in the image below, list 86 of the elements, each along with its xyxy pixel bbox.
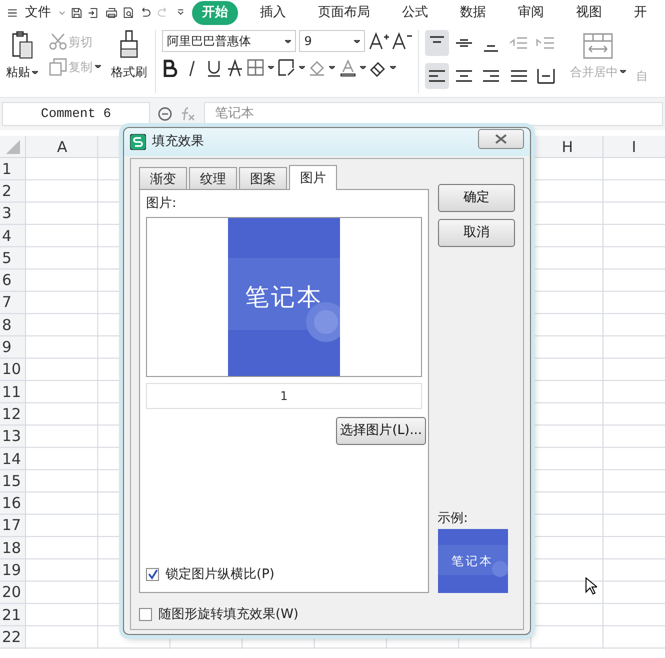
- row-header[interactable]: 19: [0, 559, 26, 582]
- row-header[interactable]: 18: [0, 537, 26, 560]
- row-header[interactable]: 6: [0, 269, 26, 292]
- picture-text: 笔记本: [245, 282, 323, 312]
- cursor-icon: [585, 577, 597, 595]
- caret-icon: [390, 66, 396, 69]
- zoom-icon[interactable]: [158, 107, 172, 121]
- font-color-icon[interactable]: [338, 58, 356, 76]
- paint-bucket-icon[interactable]: [308, 58, 326, 76]
- sample-label: 示例:: [438, 510, 469, 528]
- caret-icon: [94, 65, 100, 68]
- name-box[interactable]: Comment 6: [2, 102, 150, 126]
- ok-button[interactable]: 确定: [438, 184, 515, 212]
- dialog-title: 填充效果: [152, 133, 204, 152]
- borders-icon[interactable]: [247, 58, 265, 76]
- ribbon-tab[interactable]: 数据: [450, 1, 496, 25]
- ribbon-tab[interactable]: 开: [624, 1, 657, 25]
- caret-icon: [329, 66, 336, 69]
- caret-icon: [620, 70, 626, 73]
- ribbon-tab[interactable]: 视图: [566, 1, 612, 25]
- row-header[interactable]: 10: [0, 358, 26, 381]
- dialog-tab[interactable]: 图片: [289, 165, 337, 190]
- dialog-tab[interactable]: 纹理: [189, 167, 237, 189]
- align-top-icon[interactable]: [424, 30, 449, 56]
- row-header[interactable]: 21: [0, 604, 26, 626]
- lock-ratio-label: 锁定图片纵横比(P): [166, 566, 274, 584]
- close-icon: [495, 134, 507, 144]
- caret-icon: [360, 66, 366, 69]
- ribbon-tab[interactable]: 插入: [250, 1, 296, 25]
- increase-font-icon[interactable]: [368, 32, 388, 50]
- row-header[interactable]: 7: [0, 292, 26, 314]
- row-header[interactable]: 13: [0, 426, 26, 448]
- copy-icon: [48, 58, 66, 76]
- dialog-tab[interactable]: 渐变: [139, 167, 187, 189]
- select-picture-button[interactable]: 选择图片(L)...: [336, 416, 426, 444]
- ribbon-tab[interactable]: 审阅: [508, 1, 554, 25]
- caret-icon: [32, 70, 38, 74]
- format-painter-button[interactable]: 格式刷: [109, 63, 149, 82]
- row-header[interactable]: 11: [0, 380, 26, 404]
- row-header[interactable]: 3: [0, 202, 26, 225]
- caret-icon: [285, 40, 291, 44]
- row-header[interactable]: 9: [0, 336, 26, 359]
- align-left-icon[interactable]: [424, 63, 449, 90]
- column-header[interactable]: A: [26, 136, 98, 158]
- dialog-tab[interactable]: 图案: [239, 167, 287, 189]
- page-number: 1: [146, 382, 422, 408]
- menu-icon[interactable]: [8, 7, 17, 19]
- font-size-field[interactable]: 9: [299, 30, 366, 52]
- row-header[interactable]: 20: [0, 582, 26, 604]
- merge-cells-icon[interactable]: [582, 33, 613, 60]
- column-header[interactable]: H: [531, 136, 604, 158]
- rotate-fill-label: 随图形旋转填充效果(W): [158, 606, 298, 624]
- lock-ratio-checkbox[interactable]: [146, 568, 159, 581]
- picture-label: 图片:: [146, 195, 178, 213]
- bold-icon[interactable]: [162, 58, 180, 76]
- row-header[interactable]: 17: [0, 514, 26, 538]
- strikethrough-icon[interactable]: [226, 58, 244, 76]
- row-header[interactable]: 2: [0, 180, 26, 203]
- formula-field[interactable]: 笔记本: [204, 102, 663, 126]
- row-header[interactable]: 1: [0, 158, 26, 180]
- row-header[interactable]: 14: [0, 448, 26, 470]
- row-header[interactable]: 8: [0, 314, 26, 336]
- caret-icon: [268, 66, 274, 69]
- scissors-icon: [48, 33, 66, 52]
- font-name-field[interactable]: 阿里巴巴普惠体: [162, 30, 296, 52]
- row-header[interactable]: 15: [0, 470, 26, 492]
- row-header[interactable]: 16: [0, 492, 26, 515]
- caret-icon: [298, 66, 305, 69]
- close-button[interactable]: [478, 129, 524, 149]
- ribbon-tab[interactable]: 公式: [392, 1, 438, 25]
- row-header[interactable]: 12: [0, 403, 26, 426]
- rotate-fill-checkbox[interactable]: [139, 608, 152, 622]
- row-header[interactable]: 22: [0, 626, 26, 649]
- ribbon-tab[interactable]: 页面布局: [308, 1, 380, 25]
- app-logo-icon: [130, 134, 146, 150]
- file-menu[interactable]: 文件: [22, 3, 53, 23]
- row-header[interactable]: 5: [0, 247, 26, 270]
- cancel-button[interactable]: 取消: [438, 218, 515, 246]
- sample-text: 笔记本: [452, 553, 494, 570]
- paste-icon[interactable]: [10, 30, 34, 60]
- fill-format-icon[interactable]: [278, 58, 296, 76]
- column-header[interactable]: I: [604, 136, 664, 158]
- paste-button[interactable]: 粘贴: [4, 63, 40, 82]
- decrease-font-icon[interactable]: [392, 32, 412, 50]
- caret-icon: [354, 40, 360, 44]
- row-header[interactable]: 4: [0, 224, 26, 248]
